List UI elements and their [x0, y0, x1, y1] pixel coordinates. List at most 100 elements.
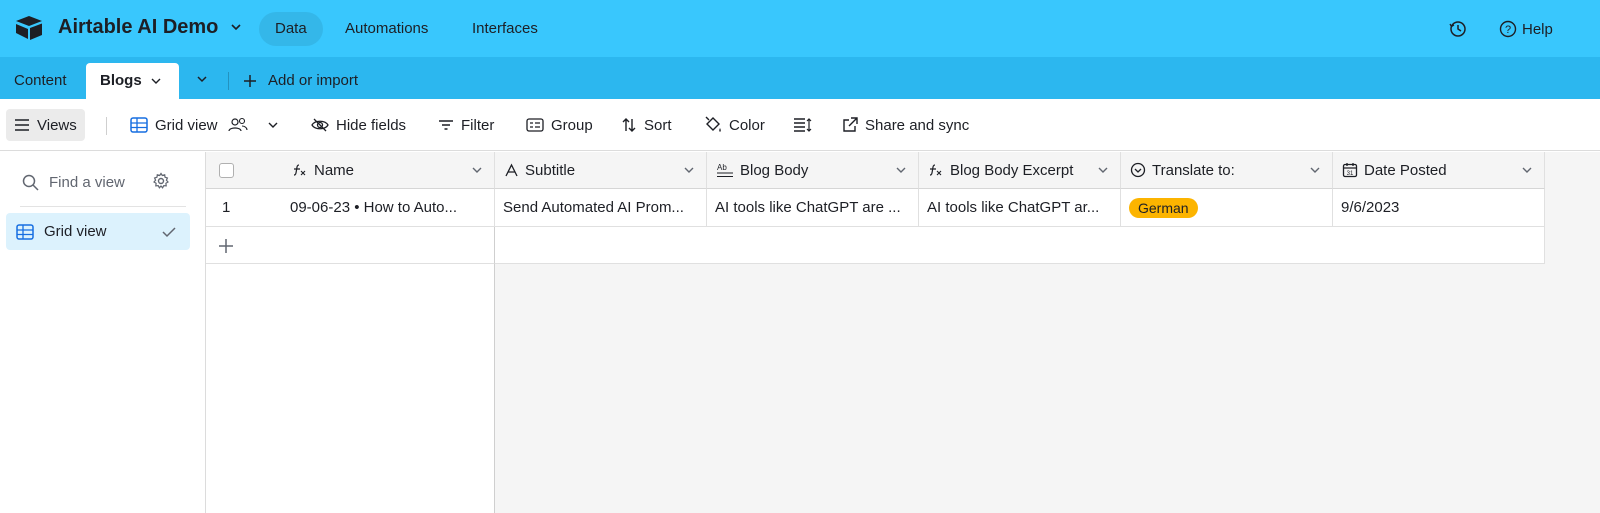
filter-icon: [439, 120, 453, 130]
add-or-import-button[interactable]: Add or import: [242, 63, 358, 99]
cell-translate-to[interactable]: German: [1121, 189, 1333, 227]
help-label: Help: [1522, 20, 1553, 38]
nav-data[interactable]: Data: [259, 12, 323, 46]
hide-fields-label: Hide fields: [336, 116, 407, 134]
menu-icon: [15, 119, 29, 131]
sidebar-item-grid-view[interactable]: Grid view: [6, 213, 190, 250]
row-height-icon: [794, 118, 812, 132]
row-number[interactable]: 1: [206, 189, 282, 227]
chevron-down-icon[interactable]: [682, 163, 696, 177]
svg-text:Ab: Ab: [717, 163, 727, 172]
cell-name[interactable]: 09-06-23 • How to Auto...: [282, 189, 495, 227]
formula-icon: [929, 164, 942, 176]
svg-text:31: 31: [1347, 171, 1354, 177]
share-and-sync-label: Share and sync: [865, 116, 970, 134]
filter-button[interactable]: Filter: [430, 109, 502, 141]
column-header-label: Date Posted: [1364, 161, 1447, 179]
plus-icon: [219, 239, 233, 253]
formula-icon: [293, 164, 306, 176]
sort-button[interactable]: Sort: [613, 109, 680, 141]
tab-blogs-label: Blogs: [100, 72, 142, 89]
column-header-label: Translate to:: [1152, 161, 1235, 179]
gear-icon[interactable]: [152, 172, 170, 190]
sidebar-item-label: Grid view: [44, 223, 107, 240]
add-record-button[interactable]: [206, 227, 495, 264]
column-header-blog-body[interactable]: Ab Blog Body: [707, 152, 919, 189]
sort-icon: [622, 118, 636, 132]
filter-label: Filter: [461, 116, 495, 134]
select-all-header: [206, 152, 282, 189]
airtable-logo-icon[interactable]: [14, 15, 44, 41]
sidebar-divider: [20, 206, 186, 207]
svg-text:?: ?: [1505, 24, 1511, 36]
row-height-button[interactable]: [785, 109, 828, 141]
eye-off-icon: [311, 118, 329, 132]
sort-label: Sort: [644, 116, 672, 134]
calendar-icon: 31: [1342, 163, 1358, 178]
column-header-name[interactable]: Name: [282, 152, 495, 189]
color-button[interactable]: Color: [696, 109, 773, 141]
select-all-checkbox[interactable]: [219, 162, 234, 178]
color-label: Color: [729, 116, 765, 134]
column-header-label: Subtitle: [525, 161, 576, 179]
history-button[interactable]: [1449, 18, 1467, 40]
chevron-down-icon[interactable]: [195, 72, 209, 86]
group-label: Group: [551, 116, 593, 134]
chevron-down-icon[interactable]: [150, 75, 162, 87]
history-icon: [1449, 21, 1466, 37]
add-record-row[interactable]: [495, 227, 1545, 264]
help-button[interactable]: ? Help: [1499, 18, 1553, 40]
cell-blog-body[interactable]: AI tools like ChatGPT are ...: [707, 189, 919, 227]
table-tabs: Content Blogs Add or import: [0, 57, 1600, 99]
cell-blog-body-excerpt[interactable]: AI tools like ChatGPT ar...: [919, 189, 1121, 227]
paint-bucket-icon: [705, 116, 721, 132]
group-button[interactable]: Group: [518, 109, 601, 141]
chevron-down-icon[interactable]: [1096, 163, 1110, 177]
chevron-down-icon[interactable]: [229, 20, 243, 34]
column-header-label: Name: [314, 161, 355, 179]
tab-content[interactable]: Content: [14, 63, 67, 99]
group-icon: [526, 118, 544, 132]
chevron-down-icon[interactable]: [1520, 163, 1534, 177]
column-header-label: Blog Body Excerpt: [950, 161, 1074, 179]
grid: Name Subtitle Ab Blog Body Blog Body Exc…: [206, 152, 1600, 513]
collaborators-icon: [227, 117, 248, 132]
toolbar-divider: [106, 117, 107, 135]
grid-icon: [16, 223, 34, 240]
chevron-down-icon[interactable]: [1308, 163, 1322, 177]
base-title[interactable]: Airtable AI Demo: [58, 16, 218, 39]
hide-fields-button[interactable]: Hide fields: [303, 109, 414, 141]
chevron-down-icon[interactable]: [470, 163, 484, 177]
view-toolbar: Views Grid view Hide fields Filter Group…: [0, 99, 1600, 151]
share-and-sync-button[interactable]: Share and sync: [834, 109, 977, 141]
column-header-blog-body-excerpt[interactable]: Blog Body Excerpt: [919, 152, 1121, 189]
column-header-date-posted[interactable]: 31 Date Posted: [1333, 152, 1545, 189]
nav-interfaces[interactable]: Interfaces: [456, 12, 554, 46]
select-option-pill: German: [1129, 197, 1198, 218]
column-header-subtitle[interactable]: Subtitle: [495, 152, 707, 189]
external-link-icon: [843, 117, 858, 132]
app-header: Airtable AI Demo Data Automations Interf…: [0, 0, 1600, 57]
views-label: Views: [37, 116, 77, 134]
tab-blogs[interactable]: Blogs: [86, 63, 179, 99]
check-icon: [162, 226, 176, 237]
views-sidebar: Find a view Grid view: [0, 152, 206, 513]
search-icon: [22, 174, 39, 191]
view-name: Grid view: [155, 116, 218, 134]
text-icon: [505, 163, 518, 176]
find-view-placeholder: Find a view: [49, 173, 125, 191]
help-icon: ?: [1499, 20, 1517, 38]
view-switcher[interactable]: Grid view: [122, 109, 294, 141]
cell-subtitle[interactable]: Send Automated AI Prom...: [495, 189, 707, 227]
add-or-import-label: Add or import: [268, 72, 359, 89]
chevron-down-icon[interactable]: [894, 163, 908, 177]
cell-date-posted[interactable]: 9/6/2023: [1333, 189, 1545, 227]
single-select-icon: [1130, 162, 1146, 178]
nav-automations[interactable]: Automations: [329, 12, 444, 46]
tab-divider: [228, 72, 229, 90]
chevron-down-icon[interactable]: [267, 119, 279, 131]
column-header-translate-to[interactable]: Translate to:: [1121, 152, 1333, 189]
grid-icon: [130, 117, 148, 133]
views-toggle-button[interactable]: Views: [6, 109, 85, 141]
plus-icon: [244, 75, 256, 87]
